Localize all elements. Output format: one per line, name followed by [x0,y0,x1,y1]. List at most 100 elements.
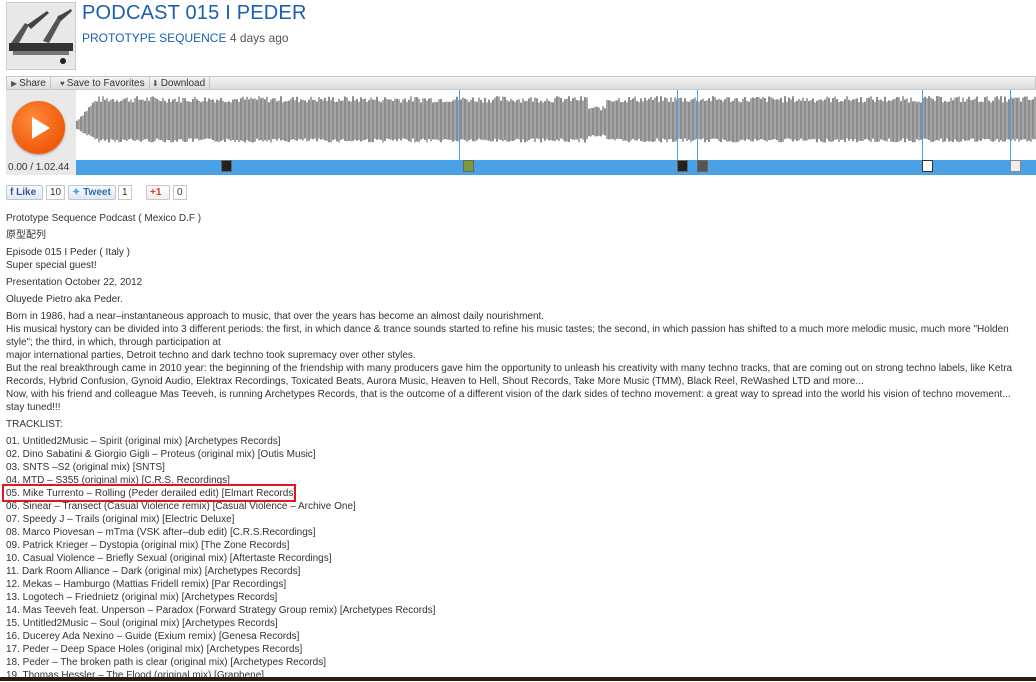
tracklist-item: 15. Untitled2Music – Soul (original mix)… [6,618,278,629]
waveform-bar [162,98,164,142]
waveform-bar [506,100,508,142]
waveform-bar [540,100,542,143]
waveform-bar [242,96,244,142]
waveform-bar [170,102,172,143]
waveform-bar [352,96,354,141]
waveform-bar [736,98,738,143]
waveform-bar [994,97,996,141]
waveform-bar [164,100,166,143]
waveform-bar [628,97,630,143]
waveform-bar [548,100,550,141]
track-marker[interactable] [697,160,708,172]
waveform-bar [886,101,888,142]
waveform-bar [152,96,154,142]
waveform[interactable] [76,90,1036,160]
waveform-bar [712,96,714,139]
track-marker[interactable] [677,160,688,172]
waveform-bar [462,97,464,140]
waveform-bar [660,96,662,143]
waveform-bar [434,101,436,140]
tracklist-item: 08. Marco Piovesan – mTma (VSK after–dub… [6,527,316,538]
waveform-bar [486,102,488,141]
waveform-bar [504,96,506,141]
cast-artwork[interactable] [6,2,76,70]
track-marker[interactable] [463,160,474,172]
waveform-bar [1014,97,1016,142]
waveform-bar [774,99,776,140]
waveform-bar [186,101,188,142]
waveform-bar [520,102,522,143]
waveform-bar [244,99,246,143]
waveform-bar [722,101,724,140]
waveform-bar [674,97,676,142]
waveform-bar [270,99,272,143]
waveform-bar [566,98,568,142]
google-plus-button[interactable]: +1 [146,185,170,200]
waveform-bar [472,97,474,142]
waveform-bar [956,97,958,142]
waveform-bar [236,99,238,141]
waveform-bar [268,102,270,140]
waveform-bar [246,96,248,141]
waveform-bar [590,107,592,137]
waveform-bar [842,101,844,140]
waveform-bar [998,99,1000,143]
waveform-bar [394,98,396,140]
waveform-bar [202,101,204,140]
waveform-bar [400,102,402,141]
track-marker[interactable] [1010,160,1021,172]
waveform-bar [468,101,470,141]
player-toolbar: ▶ Share ♥ Save to Favorites ⬇ Download [6,76,1036,90]
waveform-bar [644,97,646,142]
waveform-bar [312,99,314,140]
waveform-bar [536,98,538,139]
waveform-bar [512,100,514,141]
waveform-bar [646,100,648,142]
waveform-bar [116,100,118,140]
author-link[interactable]: PROTOTYPE SEQUENCE [82,31,226,45]
waveform-bar [942,102,944,143]
tracklist-heading: TRACKLIST: [6,419,63,430]
waveform-bar [492,99,494,142]
play-button[interactable] [12,101,65,154]
track-marker[interactable] [221,160,232,172]
waveform-bar [224,102,226,143]
waveform-bar [946,101,948,139]
download-button[interactable]: ⬇ Download [148,77,211,90]
waveform-bar [222,100,224,140]
cast-title[interactable]: PODCAST 015 I PEDER [82,2,307,25]
waveform-bar [282,102,284,140]
save-favorites-button[interactable]: ♥ Save to Favorites [56,77,150,90]
waveform-bar [762,97,764,140]
waveform-bar [840,101,842,140]
waveform-bar [320,99,322,140]
waveform-bar [538,102,540,140]
waveform-bar [192,99,194,142]
waveform-bar [88,107,90,135]
waveform-bar [898,97,900,142]
share-button[interactable]: ▶ Share [7,77,51,90]
waveform-bar [920,102,922,140]
waveform-bar [678,98,680,139]
waveform-bar [1002,102,1004,142]
waveform-bar [118,102,120,143]
tweet-button[interactable]: ✦ Tweet [68,185,116,200]
waveform-bar [550,101,552,141]
progress-bar[interactable] [76,160,1036,175]
track-marker[interactable] [922,160,933,172]
waveform-bar [608,100,610,140]
waveform-bar [322,100,324,140]
tracklist-item: 02. Dino Sabatini & Giorgio Gigli – Prot… [6,449,316,460]
waveform-bar [760,98,762,140]
waveform-bar [200,102,202,140]
waveform-bar [1012,98,1014,140]
waveform-bar [296,96,298,141]
waveform-bar [174,98,176,141]
tracklist-item: 06. Sinear – Transect (Casual Violence r… [6,501,356,512]
waveform-bar [1022,97,1024,140]
facebook-like-button[interactable]: f Like [6,185,43,200]
waveform-bar [970,100,972,139]
description-line: But the real breakthrough came in 2010 y… [6,363,1013,387]
waveform-bar [80,116,82,132]
waveform-bar [874,101,876,143]
